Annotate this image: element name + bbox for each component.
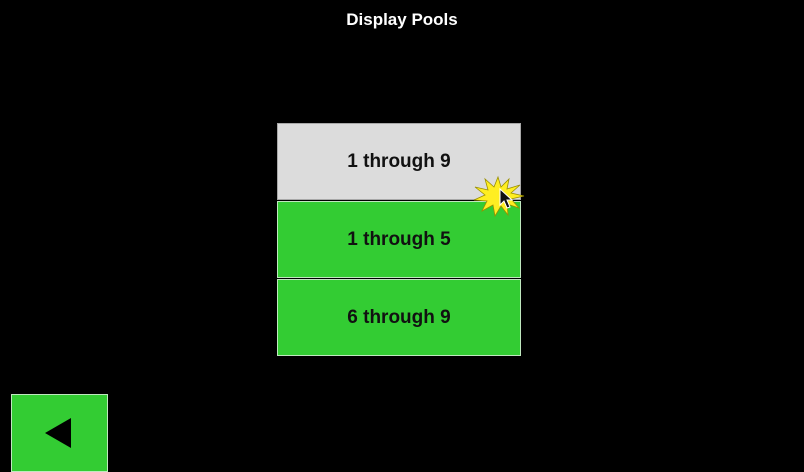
- click-burst-shape: [473, 175, 525, 217]
- pool-options-menu: 1 through 9 1 through 5 6 through 9: [277, 123, 521, 357]
- left-triangle-icon: [44, 418, 71, 448]
- page-title: Display Pools: [346, 10, 458, 29]
- option-6-through-9-button[interactable]: 6 through 9: [277, 279, 521, 356]
- click-burst-icon: [473, 175, 525, 217]
- back-button[interactable]: [11, 394, 108, 472]
